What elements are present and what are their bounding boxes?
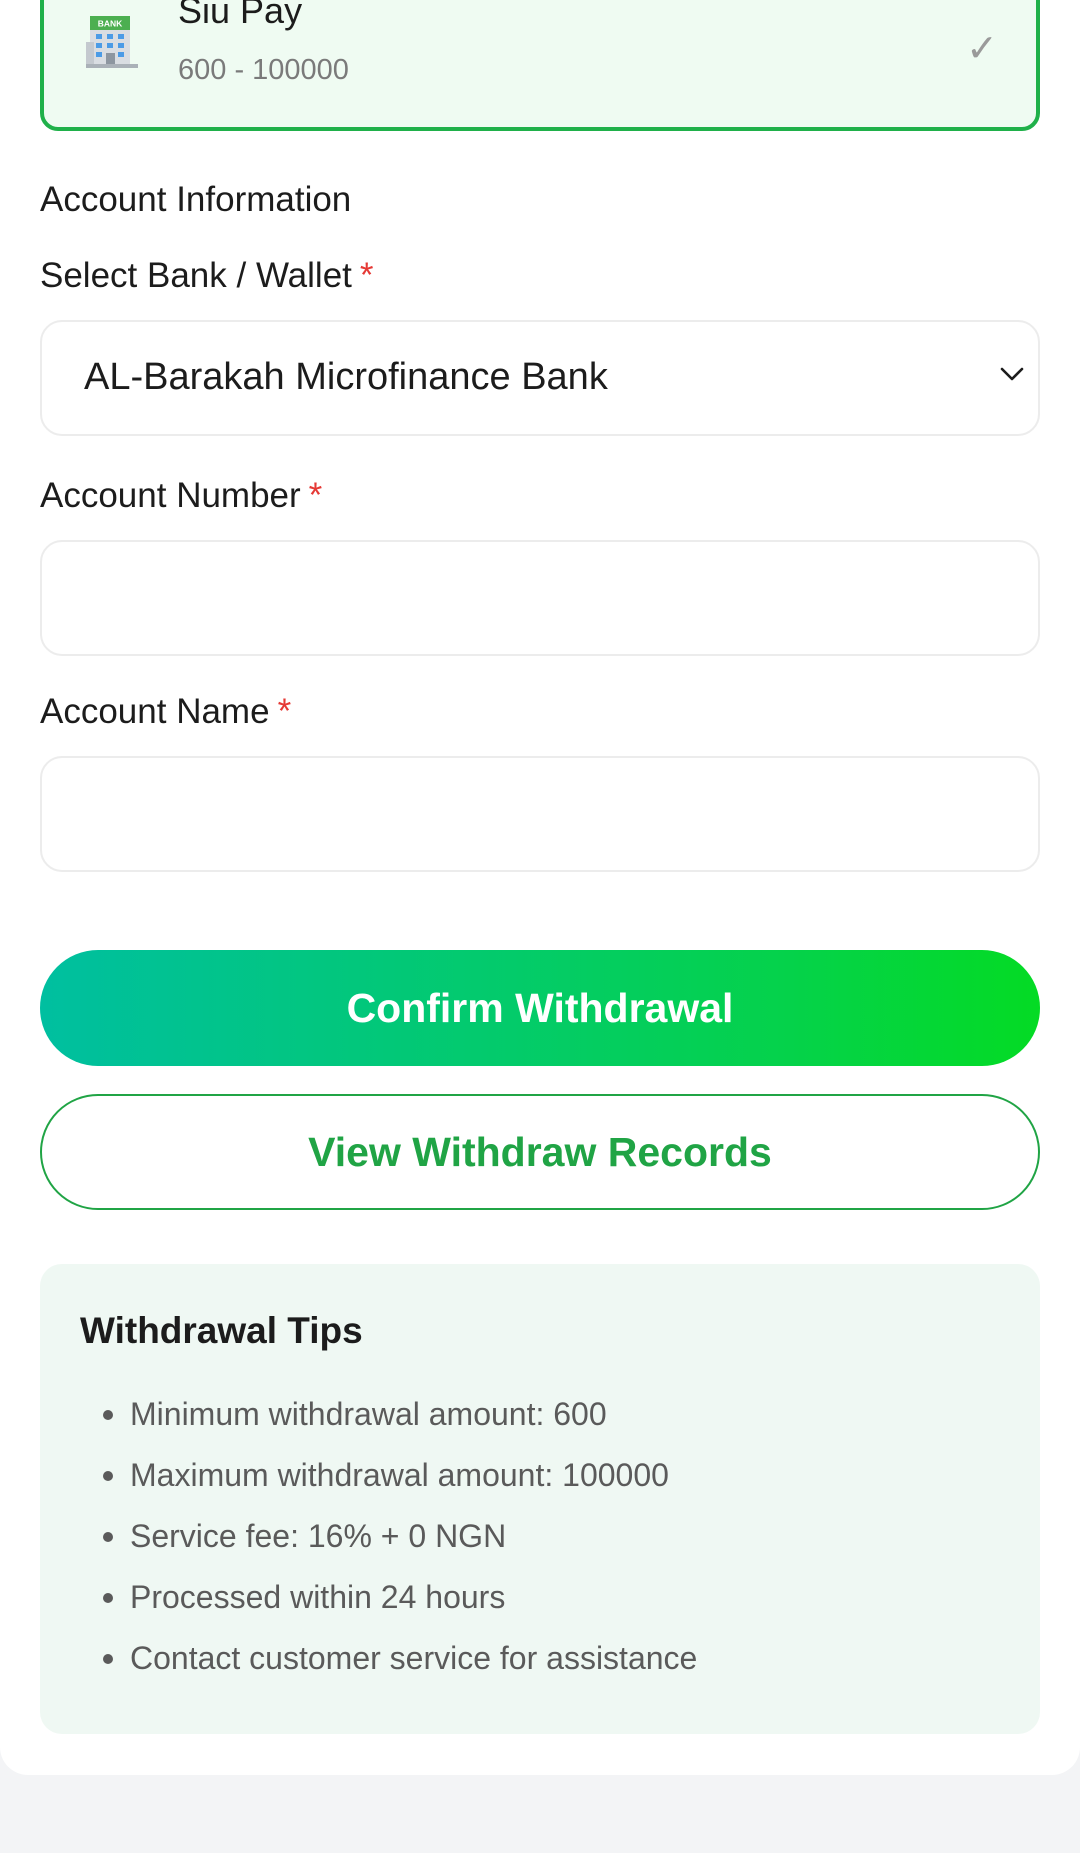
bank-wallet-label: Select Bank / Wallet * [40,256,374,296]
bank-wallet-selected-value: AL-Barakah Microfinance Bank [84,356,608,398]
chevron-down-icon [998,360,1026,388]
confirm-withdrawal-button[interactable]: Confirm Withdrawal [40,950,1040,1066]
bank-wallet-select[interactable]: AL-Barakah Microfinance Bank [40,320,1040,436]
payment-method-option-selected[interactable]: BANK Siu Pay 600 - 100000 ✓ [40,0,1040,131]
account-name-label-text: Account Name [40,692,270,731]
withdrawal-form-card: BANK Siu Pay 600 - 100000 ✓ Account Info… [0,0,1080,1775]
view-withdraw-records-button[interactable]: View Withdraw Records [40,1094,1040,1210]
tip-item: Processed within 24 hours [102,1577,697,1638]
withdrawal-tips-title: Withdrawal Tips [80,1310,363,1351]
required-asterisk: * [359,256,374,295]
account-name-input[interactable] [40,756,1040,872]
bank-building-icon: BANK [86,14,138,70]
payment-method-name: Siu Pay [178,0,303,31]
withdrawal-tips-list: Minimum withdrawal amount: 600 Maximum w… [102,1394,697,1699]
withdrawal-tips-panel: Withdrawal Tips Minimum withdrawal amoun… [40,1264,1040,1734]
account-information-heading: Account Information [40,180,352,219]
bank-wallet-label-text: Select Bank / Wallet [40,256,352,295]
required-asterisk: * [308,476,323,515]
tip-item: Service fee: 16% + 0 NGN [102,1516,697,1577]
account-number-label-text: Account Number [40,476,301,515]
check-icon: ✓ [966,28,998,70]
tip-item: Contact customer service for assistance [102,1638,697,1699]
payment-method-range: 600 - 100000 [178,54,349,86]
tip-item: Minimum withdrawal amount: 600 [102,1394,697,1455]
required-asterisk: * [277,692,292,731]
account-number-input[interactable] [40,540,1040,656]
account-number-label: Account Number * [40,476,322,516]
account-name-label: Account Name * [40,692,291,732]
svg-text:BANK: BANK [98,19,123,29]
tip-item: Maximum withdrawal amount: 100000 [102,1455,697,1516]
